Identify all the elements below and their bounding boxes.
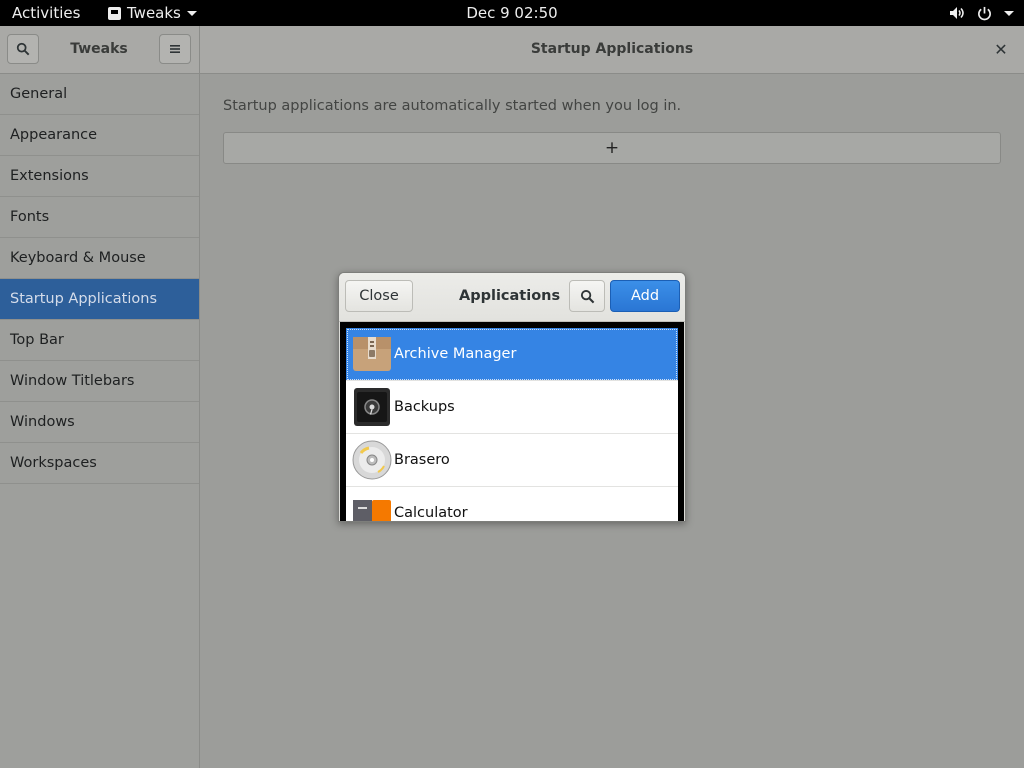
top-bar: Activities Tweaks Dec 9 02:50 [0,0,1024,26]
sidebar-item-window-titlebars[interactable]: Window Titlebars [0,361,199,402]
hamburger-icon [170,45,180,53]
startup-description: Startup applications are automatically s… [223,98,682,114]
sidebar-item-fonts[interactable]: Fonts [0,197,199,238]
header-bar-sidebar-section: Tweaks [0,26,200,73]
app-row-calculator[interactable]: Calculator [346,487,678,521]
page-title: Startup Applications [530,41,694,57]
search-icon [580,289,594,303]
plus-icon: + [604,138,620,158]
app-row-backups[interactable]: Backups [346,381,678,434]
app-list[interactable]: Archive Manager Backups Brasero Calculat… [346,328,678,521]
archive-manager-icon [353,337,391,371]
sidebar-item-workspaces[interactable]: Workspaces [0,443,199,484]
volume-icon [950,7,964,19]
add-startup-app-button[interactable]: + [223,132,1001,164]
system-menu[interactable] [949,0,1014,26]
menu-button[interactable] [159,34,191,64]
app-list-frame: Archive Manager Backups Brasero Calculat… [340,322,684,521]
brasero-icon [352,440,392,480]
sidebar-item-startup-applications[interactable]: Startup Applications [0,279,199,320]
app-name: Calculator [394,505,468,521]
sidebar-item-windows[interactable]: Windows [0,402,199,443]
add-button[interactable]: Add [610,280,680,312]
sidebar-item-top-bar[interactable]: Top Bar [0,320,199,361]
dialog-header: Close Applications Add [339,273,685,322]
close-icon: ✕ [994,39,1008,59]
close-button[interactable]: Close [345,280,413,312]
calculator-icon [353,500,391,521]
sidebar-item-keyboard-mouse[interactable]: Keyboard & Mouse [0,238,199,279]
app-title: Tweaks [70,41,128,57]
backups-icon [354,388,390,426]
window-close-button[interactable]: ✕ [990,38,1012,60]
app-name: Brasero [394,452,450,468]
search-button[interactable] [7,34,39,64]
app-name: Archive Manager [394,346,517,362]
clock[interactable]: Dec 9 02:50 [0,0,1024,26]
header-bar: Tweaks Startup Applications ✕ [0,26,1024,74]
sidebar-item-extensions[interactable]: Extensions [0,156,199,197]
dialog-search-button[interactable] [569,280,605,312]
chevron-down-icon [1004,10,1014,16]
search-icon [16,42,30,56]
power-icon [978,6,991,20]
app-row-brasero[interactable]: Brasero [346,434,678,487]
sidebar: General Appearance Extensions Fonts Keyb… [0,74,200,768]
dialog-title: Applications [459,288,561,304]
app-name: Backups [394,399,455,415]
app-row-archive-manager[interactable]: Archive Manager [346,328,678,381]
sidebar-item-appearance[interactable]: Appearance [0,115,199,156]
sidebar-item-general[interactable]: General [0,74,199,115]
applications-dialog: Close Applications Add Archive Manager B… [338,272,686,522]
